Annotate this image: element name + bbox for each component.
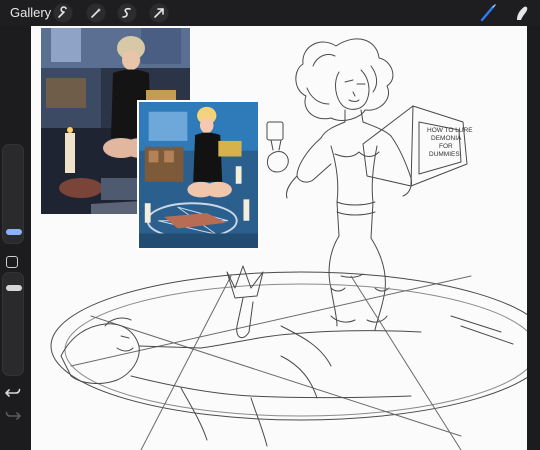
brush-size-thumb[interactable] [6, 229, 22, 235]
smudge-icon[interactable] [512, 3, 532, 23]
redo-icon[interactable] [5, 407, 21, 423]
sketch-artwork: HOW TO LURE DEMONIA FOR DUMMIES [50, 38, 527, 450]
opacity-slider[interactable] [2, 272, 24, 376]
selection-icon[interactable] [117, 3, 137, 23]
top-toolbar: Gallery [0, 0, 540, 26]
book-cover-text-3: FOR [439, 143, 453, 150]
right-edge-strip [527, 26, 540, 450]
book-cover-text-2: DEMONIA [431, 135, 462, 142]
left-sidebar [0, 26, 30, 450]
drawing-canvas[interactable]: HOW TO LURE DEMONIA FOR DUMMIES [31, 26, 527, 450]
gallery-button[interactable]: Gallery [10, 5, 51, 20]
opacity-thumb[interactable] [6, 285, 22, 291]
undo-icon[interactable] [5, 384, 21, 400]
book-cover-text-4: DUMMIES [429, 151, 460, 158]
wrench-icon[interactable] [53, 3, 73, 23]
modify-button[interactable] [6, 256, 18, 268]
brush-size-slider[interactable] [2, 144, 24, 244]
book-cover-text-1: HOW TO LURE [427, 127, 473, 134]
brush-icon[interactable] [478, 3, 498, 23]
transform-icon[interactable] [149, 3, 169, 23]
magic-wand-icon[interactable] [86, 3, 106, 23]
